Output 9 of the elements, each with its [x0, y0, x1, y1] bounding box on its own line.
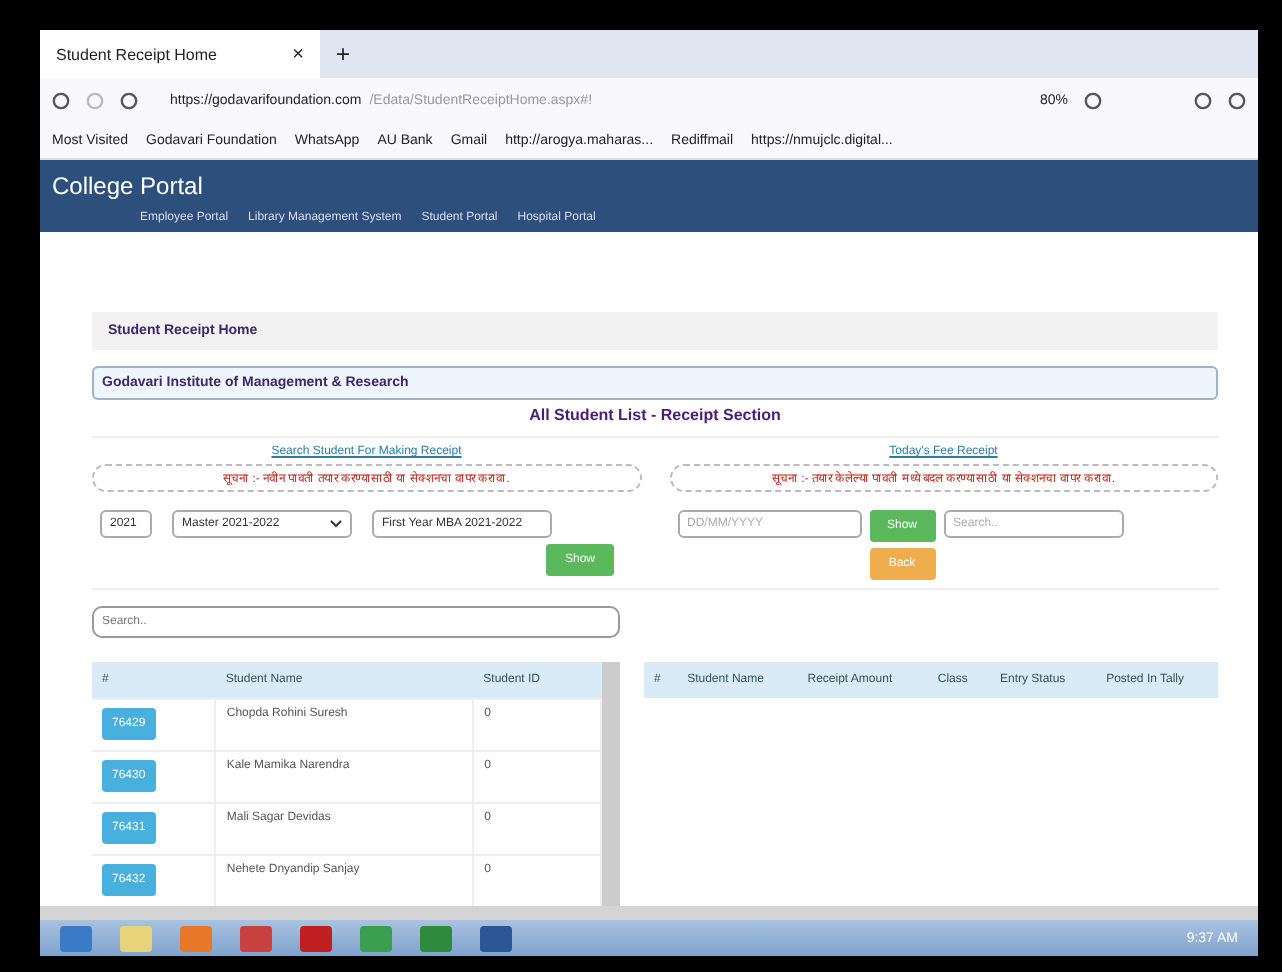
tab-close-button[interactable]: × — [292, 43, 304, 65]
chevron-down-icon — [330, 520, 342, 528]
scrollbar[interactable] — [602, 662, 620, 906]
tab-title: Student Receipt Home — [56, 45, 217, 63]
portal-title: College Portal — [52, 172, 205, 200]
horizontal-scrollbar[interactable] — [40, 906, 1258, 920]
section-title: All Student List - Receipt Section — [527, 404, 783, 428]
browser-tab[interactable]: Student Receipt Home × — [40, 30, 320, 78]
new-tab-button[interactable]: + — [336, 40, 351, 68]
